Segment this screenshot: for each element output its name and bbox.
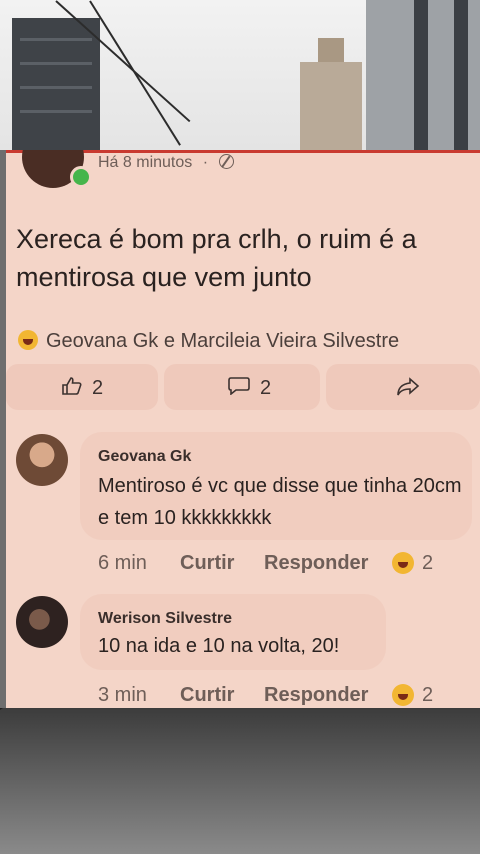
comment-reply-link[interactable]: Responder [264, 552, 368, 575]
comment-reaction-count[interactable]: 2 [422, 684, 433, 707]
like-count: 2 [92, 377, 104, 399]
comment-author[interactable]: Werison Silvestre [98, 610, 232, 628]
building-center [300, 62, 362, 150]
laugh-reaction-icon [18, 330, 38, 350]
comment-button[interactable]: 2 [164, 364, 320, 410]
comment-time: 3 min [98, 684, 147, 706]
comment-actions: 6 min Curtir Responder 2 [98, 552, 468, 578]
comment-like-link[interactable]: Curtir [180, 684, 234, 707]
post-time: Há 8 minutos [98, 154, 193, 171]
background-video-bottom [0, 708, 480, 854]
comment-icon [228, 377, 250, 395]
comment-bubble: Werison Silvestre 10 na ida e 10 na volt… [80, 594, 386, 670]
like-icon [62, 377, 82, 395]
building-right [366, 0, 480, 150]
online-status-icon [70, 166, 92, 188]
comment-like-link[interactable]: Curtir [180, 552, 234, 575]
comment-text: Mentiroso é vc que disse que tinha 20cm … [98, 475, 462, 529]
reaction-summary[interactable]: Geovana Gk e Marcileia Vieira Silvestre [18, 330, 399, 353]
post-card: Há 8 minutos · Xereca é bom pra crlh, o … [6, 150, 480, 708]
comment-count: 2 [260, 377, 272, 399]
overhead-wire [89, 0, 181, 146]
commenter-avatar[interactable] [16, 596, 68, 648]
comment-reaction-count[interactable]: 2 [422, 552, 433, 575]
comment-time: 6 min [98, 552, 147, 574]
building-tower [318, 38, 344, 64]
comment-bubble: Geovana Gk Mentiroso é vc que disse que … [80, 432, 472, 540]
globe-icon [218, 154, 234, 169]
comment-text: 10 na ida e 10 na volta, 20! [98, 635, 340, 657]
comment-author[interactable]: Geovana Gk [98, 448, 191, 466]
laugh-reaction-icon [392, 684, 414, 706]
reactors-names: Geovana Gk e Marcileia Vieira Silvestre [46, 330, 400, 352]
share-button[interactable] [326, 364, 480, 410]
building-left [12, 18, 100, 150]
post-text: Xereca é bom pra crlh, o ruim é a mentir… [16, 224, 417, 292]
comment-reply-link[interactable]: Responder [264, 684, 368, 707]
time-separator: · [202, 154, 209, 171]
tram-rail [0, 708, 92, 722]
background-video-top [0, 0, 480, 150]
laugh-reaction-icon [392, 552, 414, 574]
comment-actions: 3 min Curtir Responder 2 [98, 684, 468, 708]
like-button[interactable]: 2 [6, 364, 158, 410]
commenter-avatar[interactable] [16, 434, 68, 486]
post-timestamp[interactable]: Há 8 minutos · [98, 154, 234, 172]
share-icon [397, 377, 420, 396]
